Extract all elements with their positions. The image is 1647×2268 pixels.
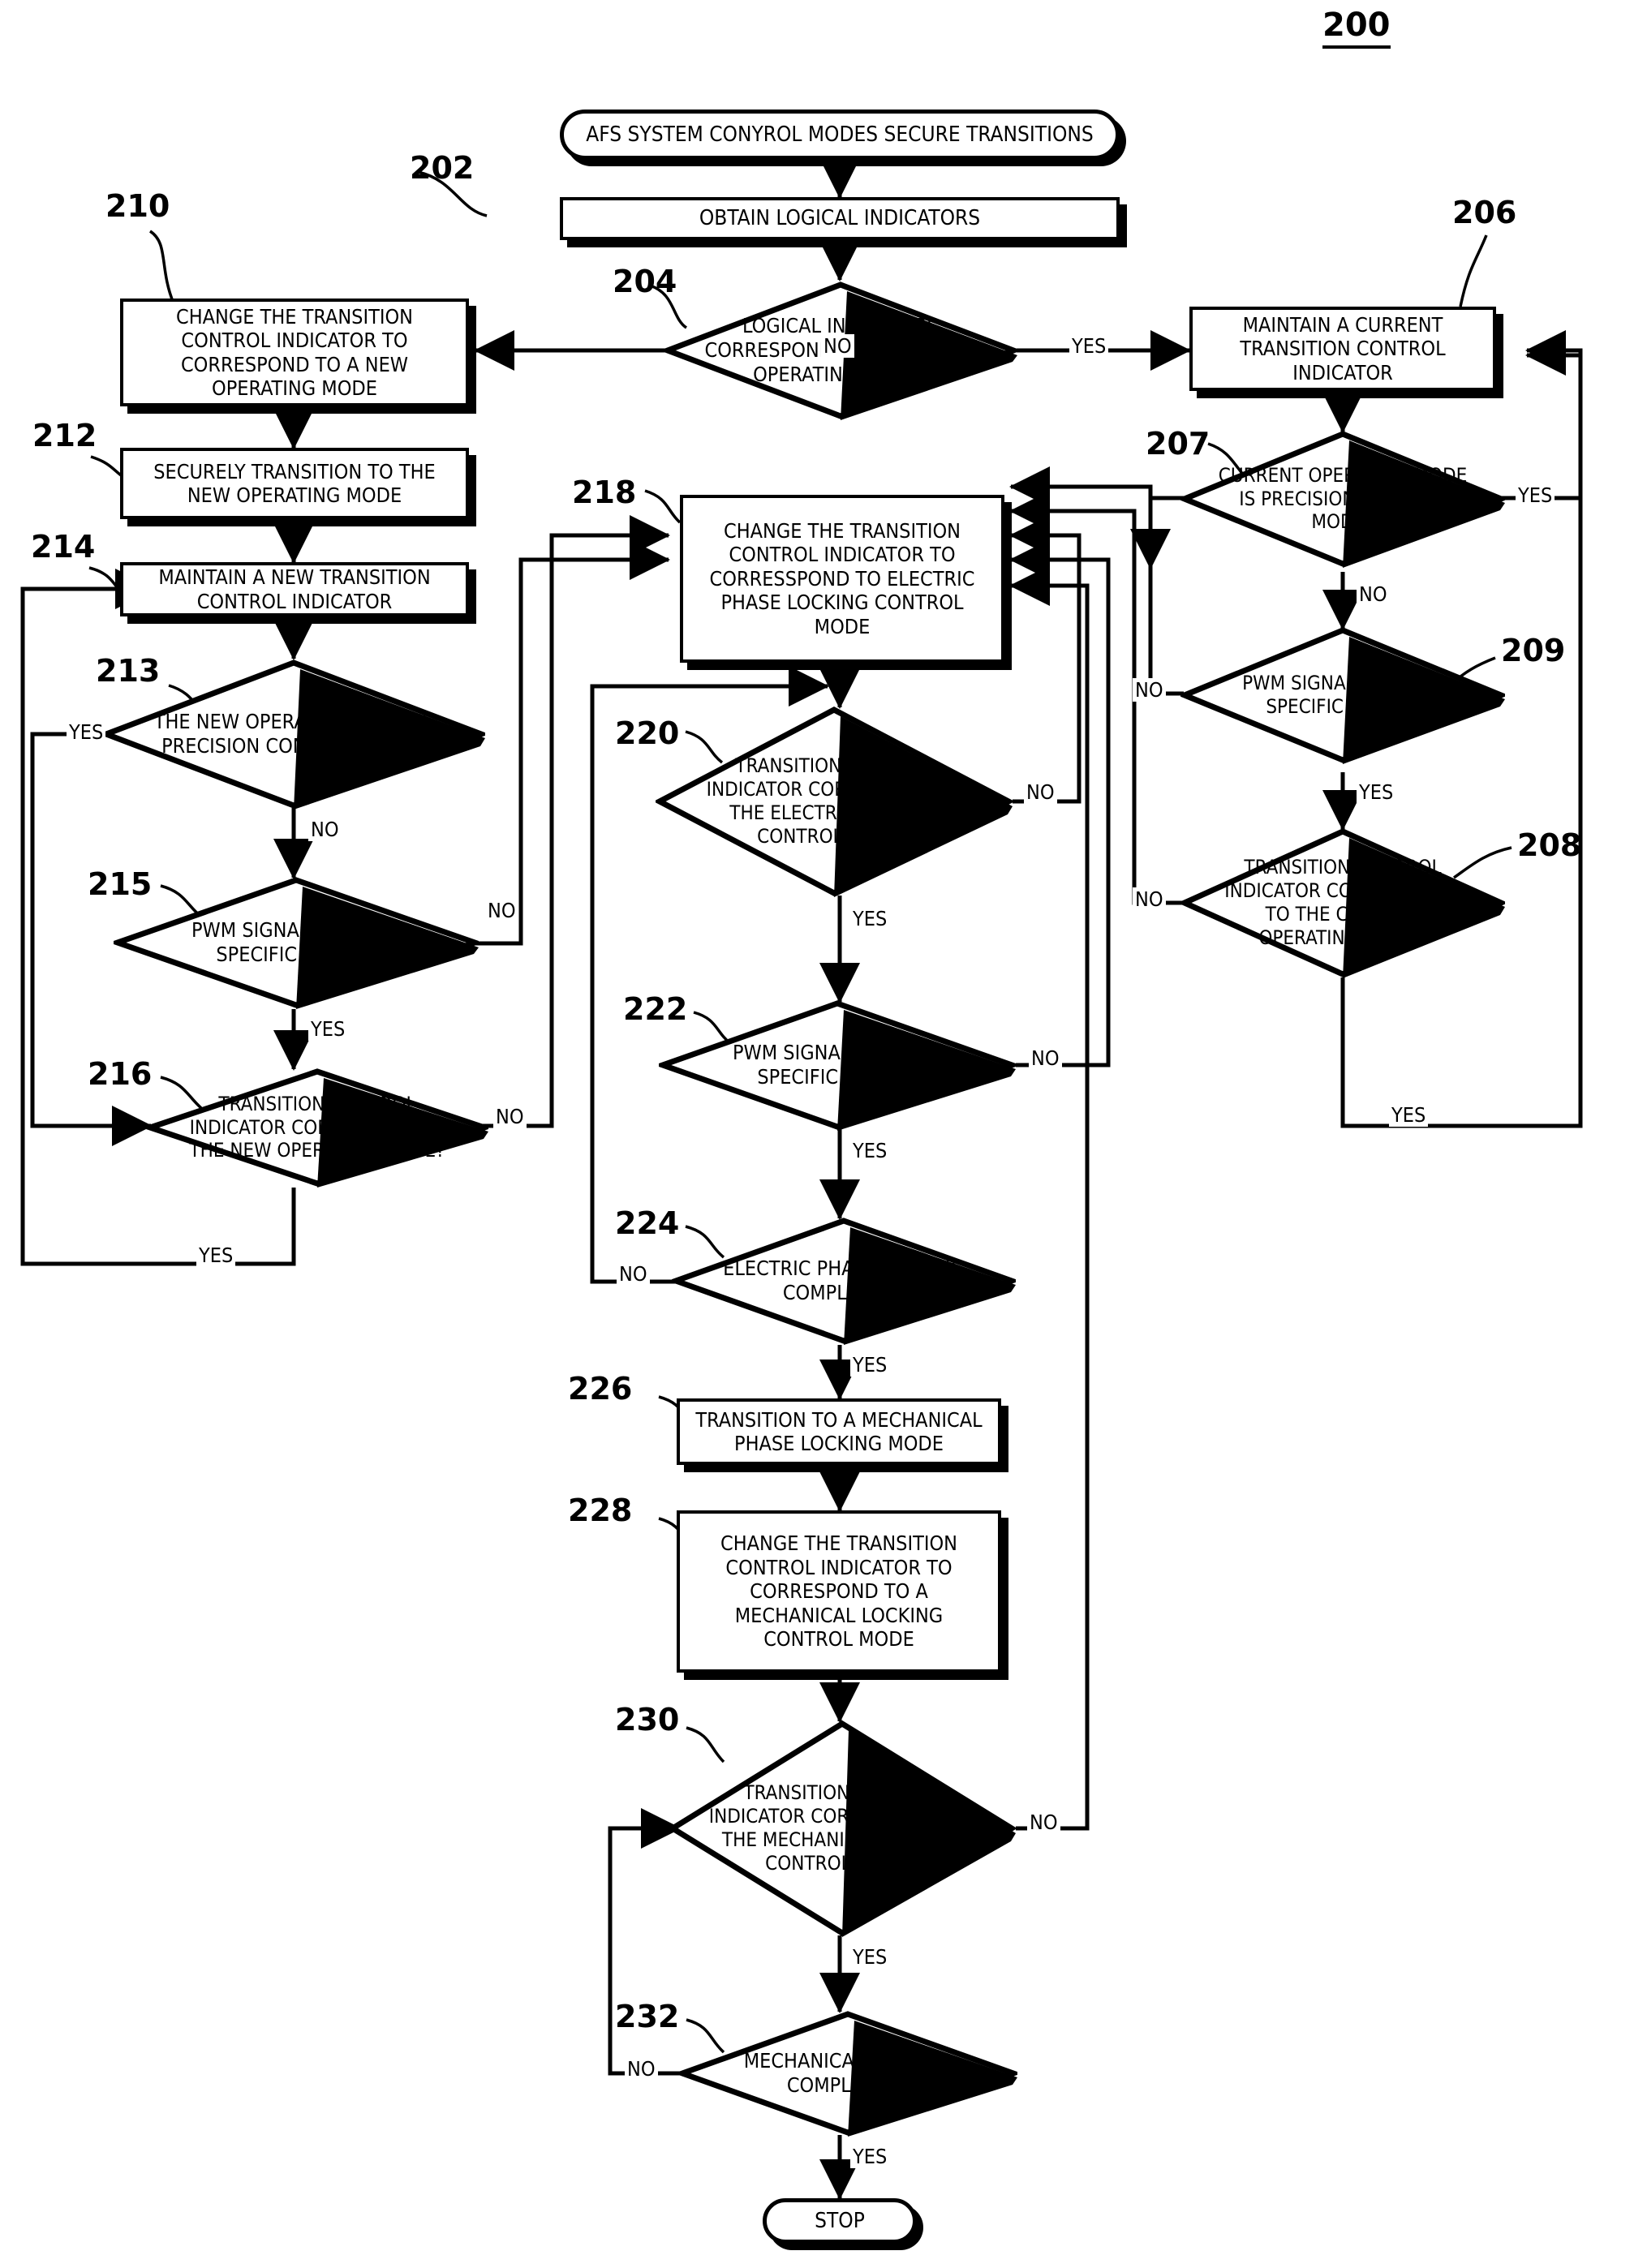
edge-label-216-no: NO (493, 1105, 527, 1128)
decision-207-label: CURRENT OPERATING MODE IS PRECISION CONT… (1218, 463, 1468, 534)
edge-label-230-yes: YES (850, 1945, 890, 1969)
process-maintain-current-transition-indicator: MAINTAIN A CURRENT TRANSITION CONTROL IN… (1189, 307, 1496, 391)
edge-label-213-yes: YES (67, 720, 106, 744)
decision-mechanical-locking-completed: MECHANICAL LOCKING COMPLETED? (678, 2010, 1017, 2137)
edge-label-209-yes: YES (1357, 780, 1396, 804)
edge-label-230-no: NO (1027, 1811, 1060, 1834)
edge-label-215-no: NO (485, 899, 518, 922)
ref-224: 224 (615, 1205, 680, 1241)
process-transition-to-mechanical-phase-locking: TRANSITION TO A MECHANICAL PHASE LOCKING… (677, 1398, 1001, 1465)
edge-label-224-no: NO (617, 1262, 650, 1286)
edge-label-216-yes: YES (196, 1244, 236, 1267)
process-218-label: CHANGE THE TRANSITION CONTROL INDICATOR … (709, 518, 975, 638)
stop-terminator-label: STOP (815, 2208, 865, 2233)
process-change-indicator-mechanical-locking: CHANGE THE TRANSITION CONTROL INDICATOR … (677, 1510, 1001, 1673)
decision-pwm-range-209: PWM SIGNAL WITHIN A SPECIFIC RANGE? (1180, 626, 1505, 764)
ref-206: 206 (1452, 195, 1517, 230)
decision-new-mode-precision: THE NEW OPERATING MODE IS PRECISION CONT… (102, 659, 485, 810)
decision-pwm-range-215: PWM SIGNAL WITHIN A SPECIFIC RANGE? (114, 876, 479, 1009)
decision-electric-phase-locking-completed: ELECTRIC PHASE LOCKING COMPLETED? (672, 1217, 1016, 1345)
ref-208: 208 (1517, 827, 1582, 863)
decision-220-label: TRANSITION CONTROL INDICATOR CORRESPOND … (706, 754, 962, 848)
ref-214: 214 (31, 529, 96, 565)
decision-pwm-range-222: PWM SIGNAL WITHIN A SPECIFIC RANGE? (659, 999, 1016, 1131)
decision-current-mode-precision: CURRENT OPERATING MODE IS PRECISION CONT… (1180, 430, 1505, 568)
ref-216: 216 (88, 1056, 153, 1092)
process-change-indicator-new-mode: CHANGE THE TRANSITION CONTROL INDICATOR … (120, 299, 469, 406)
decision-209-label: PWM SIGNAL WITHIN A SPECIFIC RANGE? (1242, 672, 1443, 718)
process-202-label: OBTAIN LOGICAL INDICATORS (699, 206, 981, 231)
edge-label-208-no: NO (1133, 887, 1166, 911)
stop-terminator: STOP (763, 2198, 917, 2244)
edge-label-207-yes: YES (1516, 483, 1555, 507)
process-change-indicator-electric-phase-locking: CHANGE THE TRANSITION CONTROL INDICATOR … (680, 495, 1004, 663)
edge-label-222-yes: YES (850, 1139, 890, 1162)
start-terminator: AFS SYSTEM CONYROL MODES SECURE TRANSITI… (560, 110, 1120, 160)
figure-number: 200 (1322, 6, 1391, 49)
process-228-label: CHANGE THE TRANSITION CONTROL INDICATOR … (720, 1531, 957, 1652)
process-securely-transition: SECURELY TRANSITION TO THE NEW OPERATING… (120, 448, 469, 519)
process-obtain-logical-indicators: OBTAIN LOGICAL INDICATORS (560, 197, 1120, 240)
decision-208-label: TRANSITION CONTROL INDICATOR CORRESPONDS… (1224, 856, 1461, 949)
decision-indicator-matches-electric-locking: TRANSITION CONTROL INDICATOR CORRESPOND … (656, 706, 1013, 897)
edge-label-204-yes: YES (1069, 334, 1109, 358)
flowchart-canvas: 200 AFS SYSTEM CONYROL MODES SECURE TRAN… (0, 0, 1647, 2268)
decision-224-label: ELECTRIC PHASE LOCKING COMPLETED? (723, 1256, 965, 1304)
decision-213-label: THE NEW OPERATING MODE IS PRECISION CONT… (153, 710, 434, 758)
ref-210: 210 (105, 188, 170, 224)
decision-indicator-matches-current-mode: TRANSITION CONTROL INDICATOR CORRESPONDS… (1180, 827, 1505, 978)
decision-indicator-matches-new-mode: TRANSITION CONTROL INDICATOR CORRESPOND … (146, 1067, 488, 1188)
edge-label-232-yes: YES (850, 2145, 890, 2168)
process-214-label: MAINTAIN A NEW TRANSITION CONTROL INDICA… (158, 565, 431, 613)
decision-indicator-matches-mechanical-locking: TRANSITION CONTROL INDICATOR CORRESPONDS… (669, 1720, 1016, 1937)
ref-218: 218 (572, 475, 637, 510)
edge-label-207-no: NO (1357, 582, 1390, 606)
edge-label-209-no: NO (1133, 678, 1166, 702)
edge-label-208-yes: YES (1389, 1103, 1429, 1127)
edge-label-213-no: NO (308, 818, 342, 841)
edge-label-220-no: NO (1024, 780, 1057, 804)
edge-label-215-yes: YES (308, 1017, 348, 1041)
edge-label-224-yes: YES (850, 1353, 890, 1377)
process-206-label: MAINTAIN A CURRENT TRANSITION CONTROL IN… (1240, 312, 1446, 384)
ref-209: 209 (1501, 633, 1566, 668)
ref-232: 232 (615, 1999, 680, 2034)
decision-215-label: PWM SIGNAL WITHIN A SPECIFIC RANGE? (191, 918, 402, 966)
ref-228: 228 (568, 1493, 633, 1528)
edge-label-220-yes: YES (850, 907, 890, 930)
edge-label-204-no: NO (821, 334, 854, 358)
process-maintain-new-transition-indicator: MAINTAIN A NEW TRANSITION CONTROL INDICA… (120, 562, 469, 616)
process-212-label: SECURELY TRANSITION TO THE NEW OPERATING… (153, 459, 436, 508)
decision-230-label: TRANSITION CONTROL INDICATOR CORRESPONDS… (708, 1781, 976, 1875)
ref-226: 226 (568, 1371, 633, 1407)
process-226-label: TRANSITION TO A MECHANICAL PHASE LOCKING… (695, 1407, 983, 1456)
edge-label-222-no: NO (1029, 1046, 1062, 1070)
decision-216-label: TRANSITION CONTROL INDICATOR CORRESPOND … (189, 1092, 445, 1162)
start-terminator-label: AFS SYSTEM CONYROL MODES SECURE TRANSITI… (586, 122, 1094, 147)
ref-202: 202 (410, 150, 475, 186)
edge-label-232-no: NO (625, 2057, 658, 2081)
decision-232-label: MECHANICAL LOCKING COMPLETED? (743, 2049, 953, 2097)
ref-212: 212 (32, 418, 97, 453)
process-210-label: CHANGE THE TRANSITION CONTROL INDICATOR … (176, 304, 413, 401)
decision-222-label: PWM SIGNAL WITHIN A SPECIFIC RANGE? (732, 1041, 943, 1089)
